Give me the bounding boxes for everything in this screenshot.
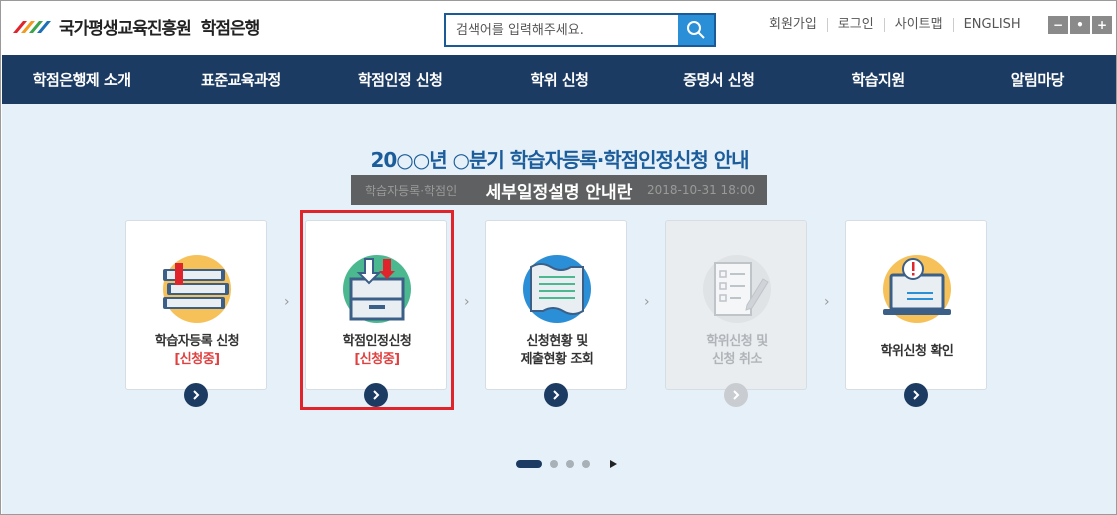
chevron-right-icon — [193, 390, 200, 400]
schedule-overlay-title: 세부일정설명 안내란 — [485, 182, 633, 203]
checklist-pencil-icon — [703, 255, 771, 323]
schedule-overlay: 학습자등록·학점인 2018-10-31 18:00 세부일정설명 안내란 — [351, 175, 767, 205]
play-icon[interactable] — [610, 460, 617, 468]
chevron-right-icon — [913, 390, 920, 400]
search-box — [444, 13, 716, 47]
step-separator-icon: › — [464, 294, 470, 310]
page-frame: 국가평생교육진흥원 학점은행 회원가입 로그인 사이트맵 ENGLISH − •… — [0, 0, 1117, 515]
pager-dot[interactable] — [550, 460, 558, 468]
service-name: 학점은행 — [200, 18, 261, 39]
step-label: 신청현황 및 제출현황 조회 — [486, 333, 628, 369]
utility-links: 회원가입 로그인 사이트맵 ENGLISH — [759, 18, 1031, 32]
nav-item-credit-apply[interactable]: 학점인정 신청 — [321, 55, 480, 104]
step-subtitle: 신청 취소 — [712, 352, 762, 367]
main-nav: 학점은행제 소개 표준교육과정 학점인정 신청 학위 신청 증명서 신청 학습지… — [2, 55, 1116, 104]
zoom-in-button[interactable]: + — [1092, 16, 1112, 34]
nav-item-learning-support[interactable]: 학습지원 — [798, 55, 957, 104]
document-scroll-icon — [523, 255, 591, 323]
step-status: [신청중] — [174, 352, 220, 367]
nav-item-curriculum[interactable]: 표준교육과정 — [161, 55, 320, 104]
step-separator-icon: › — [284, 294, 290, 310]
step-label: 학위신청 확인 — [846, 343, 988, 361]
main-banner: 20○○년 ○분기 학습자등록·학점인정신청 안내 학습자등록·학점인 2018… — [2, 104, 1116, 514]
logo[interactable]: 국가평생교육진흥원 학점은행 — [11, 11, 261, 41]
step-label: 학습자등록 신청 [신청중] — [126, 333, 268, 369]
step-title: 학습자등록 신청 — [154, 334, 240, 349]
step-card-degree-confirm[interactable]: 학위신청 확인 — [845, 220, 988, 407]
selection-highlight — [300, 210, 454, 410]
site-header: 국가평생교육진흥원 학점은행 회원가입 로그인 사이트맵 ENGLISH − •… — [1, 1, 1116, 55]
go-button[interactable] — [904, 383, 928, 407]
search-icon — [687, 21, 705, 39]
step-separator-icon: › — [824, 294, 830, 310]
step-title: 학위신청 확인 — [880, 344, 954, 359]
zoom-out-button[interactable]: − — [1048, 16, 1068, 34]
nav-item-notice[interactable]: 알림마당 — [958, 55, 1116, 104]
go-button[interactable] — [184, 383, 208, 407]
search-input[interactable] — [446, 15, 678, 45]
step-card-status-check[interactable]: 신청현황 및 제출현황 조회 — [485, 220, 628, 407]
carousel-pager — [516, 460, 617, 468]
logo-stripes-icon — [13, 21, 51, 33]
chevron-right-icon — [553, 390, 560, 400]
step-title: 학위신청 및 — [706, 334, 768, 349]
search-button[interactable] — [678, 15, 714, 45]
laptop-alert-icon — [883, 255, 951, 323]
zoom-reset-button[interactable]: • — [1070, 16, 1090, 34]
step-title: 신청현황 및 — [526, 334, 588, 349]
login-link[interactable]: 로그인 — [828, 18, 885, 32]
step-subtitle: 제출현황 조회 — [520, 352, 594, 367]
pager-active[interactable] — [516, 460, 542, 468]
step-separator-icon: › — [644, 294, 650, 310]
step-card-degree-apply-cancel: 학위신청 및 신청 취소 — [665, 220, 808, 407]
pager-dot[interactable] — [582, 460, 590, 468]
books-icon — [163, 255, 231, 323]
nav-item-intro[interactable]: 학점은행제 소개 — [2, 55, 161, 104]
nav-item-degree-apply[interactable]: 학위 신청 — [480, 55, 639, 104]
english-link[interactable]: ENGLISH — [954, 18, 1031, 32]
sitemap-link[interactable]: 사이트맵 — [885, 18, 954, 32]
step-card-learner-registration[interactable]: 학습자등록 신청 [신청중] — [125, 220, 268, 407]
pager-dot[interactable] — [566, 460, 574, 468]
go-button[interactable] — [544, 383, 568, 407]
signup-link[interactable]: 회원가입 — [759, 18, 828, 32]
chevron-right-icon — [733, 390, 740, 400]
go-button — [724, 383, 748, 407]
zoom-controls: − • + — [1048, 16, 1112, 34]
org-name: 국가평생교육진흥원 — [59, 18, 192, 39]
nav-item-certificate[interactable]: 증명서 신청 — [639, 55, 798, 104]
step-label: 학위신청 및 신청 취소 — [666, 333, 808, 369]
banner-headline: 20○○년 ○분기 학습자등록·학점인정신청 안내 — [370, 148, 749, 172]
